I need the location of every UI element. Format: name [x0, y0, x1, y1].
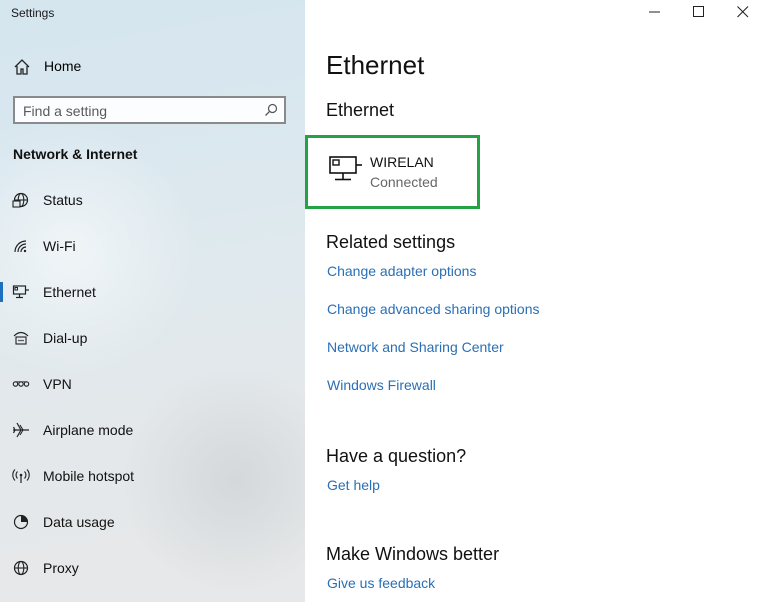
sidebar-item-label: Ethernet	[43, 284, 96, 300]
get-help-link[interactable]: Get help	[327, 477, 380, 493]
make-windows-better-heading: Make Windows better	[326, 544, 500, 564]
sidebar-item-wifi[interactable]: Wi-Fi	[0, 229, 305, 263]
window-title: Settings	[11, 6, 55, 20]
search-icon[interactable]	[264, 103, 278, 117]
globe-icon	[12, 192, 29, 208]
section-subtitle: Ethernet	[326, 100, 395, 120]
sidebar-item-label: Proxy	[43, 560, 79, 576]
maximize-button[interactable]	[677, 0, 721, 28]
sidebar-item-label: Data usage	[43, 514, 115, 530]
vpn-icon	[12, 381, 30, 387]
selection-indicator	[0, 282, 3, 302]
sidebar-item-label: Airplane mode	[43, 422, 134, 438]
home-nav-item[interactable]: Home	[0, 50, 305, 82]
minimize-button[interactable]	[633, 0, 677, 28]
maximize-icon	[693, 6, 704, 17]
connection-name: WIRELAN	[370, 154, 434, 170]
sidebar-item-data-usage[interactable]: Data usage	[0, 505, 305, 539]
proxy-icon	[13, 560, 29, 576]
sidebar-item-label: Dial-up	[43, 330, 88, 346]
sidebar-item-dialup[interactable]: Dial-up	[0, 321, 305, 355]
home-icon	[14, 59, 30, 75]
sidebar-item-mobile-hotspot[interactable]: Mobile hotspot	[0, 459, 305, 493]
change-advanced-sharing-link[interactable]: Change advanced sharing options	[327, 301, 540, 317]
data-usage-icon	[13, 514, 29, 530]
sidebar-item-label: VPN	[43, 376, 72, 392]
search-input[interactable]	[23, 101, 253, 121]
ethernet-icon	[12, 285, 29, 299]
close-icon	[737, 6, 749, 18]
close-button[interactable]	[721, 0, 764, 28]
sidebar-item-vpn[interactable]: VPN	[0, 367, 305, 401]
main-pane: Ethernet Ethernet WIRELAN Connected Rela…	[305, 0, 764, 602]
sidebar-item-status[interactable]: Status	[0, 183, 305, 217]
ethernet-adapter-icon	[329, 156, 362, 181]
network-sharing-center-link[interactable]: Network and Sharing Center	[327, 339, 504, 355]
page-title: Ethernet	[326, 50, 425, 80]
sidebar-item-proxy[interactable]: Proxy	[0, 551, 305, 585]
sidebar-item-label: Mobile hotspot	[43, 468, 135, 484]
sidebar-item-label: Wi-Fi	[43, 238, 76, 254]
give-feedback-link[interactable]: Give us feedback	[327, 575, 435, 591]
home-label: Home	[44, 58, 82, 74]
minimize-icon	[649, 11, 660, 13]
sidebar-item-airplane-mode[interactable]: Airplane mode	[0, 413, 305, 447]
wifi-icon	[14, 240, 27, 253]
hotspot-icon	[12, 469, 30, 483]
windows-firewall-link[interactable]: Windows Firewall	[327, 377, 436, 393]
related-settings-heading: Related settings	[326, 232, 456, 252]
section-heading: Network & Internet	[13, 146, 138, 162]
dialup-icon	[13, 331, 29, 345]
question-heading: Have a question?	[326, 446, 467, 466]
airplane-icon	[12, 422, 29, 438]
change-adapter-options-link[interactable]: Change adapter options	[327, 263, 476, 279]
sidebar-item-label: Status	[43, 192, 83, 208]
sidebar: Settings Home Network & Internet Status	[0, 0, 305, 602]
connection-tile[interactable]: WIRELAN Connected	[305, 135, 480, 209]
sidebar-item-ethernet[interactable]: Ethernet	[0, 275, 305, 309]
connection-status: Connected	[370, 174, 438, 190]
search-box[interactable]	[13, 96, 286, 124]
